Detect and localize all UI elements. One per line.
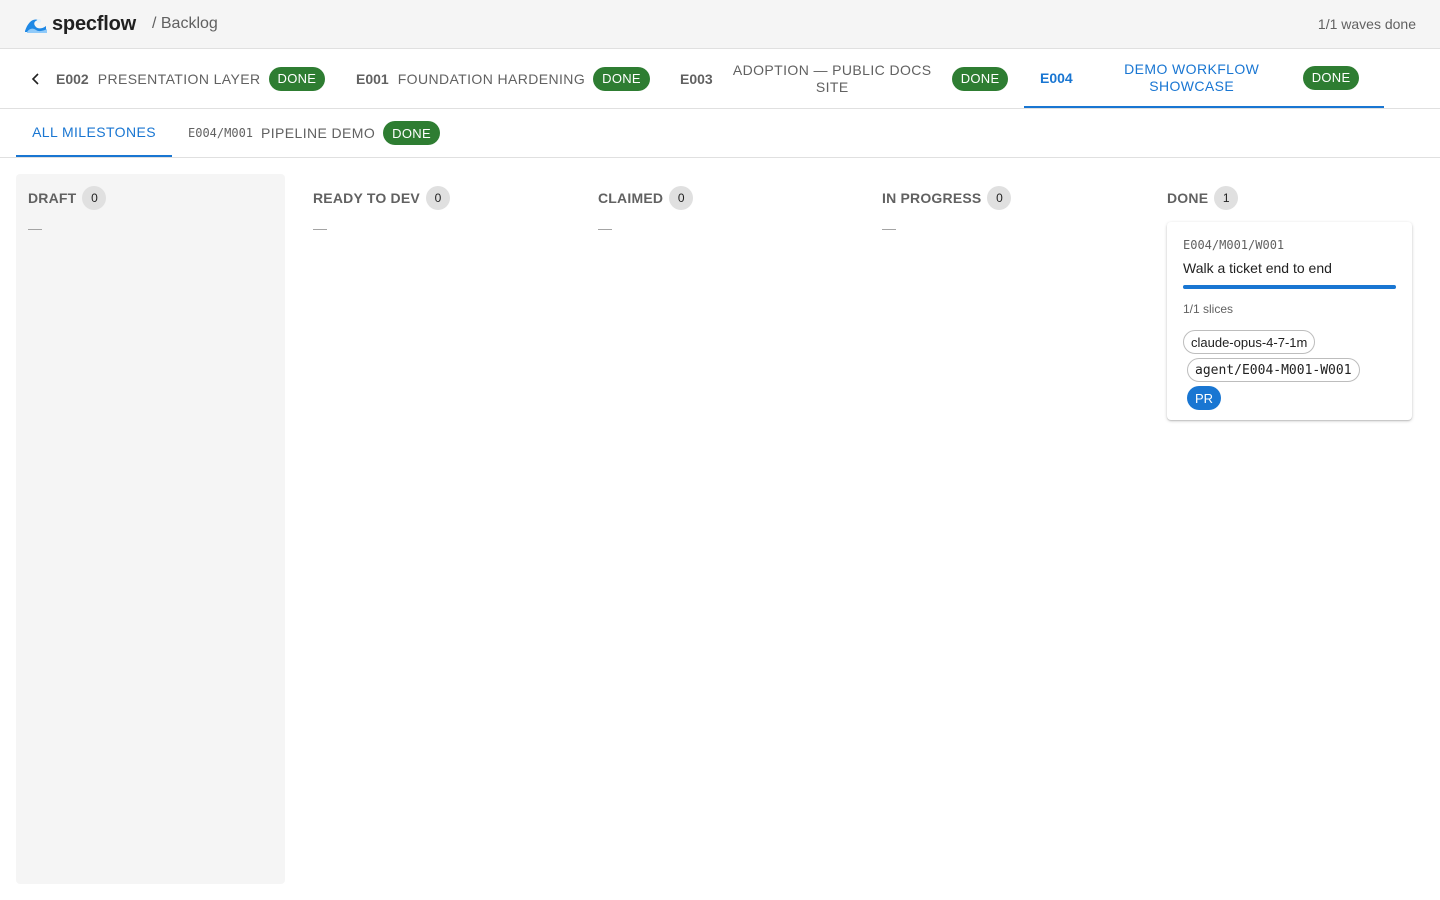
progress-fill (1183, 285, 1396, 289)
slices-count: 1/1 slices (1183, 302, 1234, 316)
status-badge: DONE (1302, 65, 1360, 90)
column-done: DONE 1 E004/M001/W001 Walk a ticket end … (1155, 174, 1424, 432)
empty-placeholder: — (28, 220, 42, 236)
card-tags: claude-opus-4-7-1m agent/E004-M001-W001 … (1183, 330, 1396, 410)
column-title: CLAIMED (598, 190, 664, 206)
wave-card[interactable]: E004/M001/W001 Walk a ticket end to end … (1167, 222, 1412, 420)
column-claimed: CLAIMED 0 — (586, 174, 855, 248)
epic-tab-e003[interactable]: E003 ADOPTION — PUBLIC DOCS SITE DONE (680, 49, 1009, 108)
branch-chip: agent/E004-M001-W001 (1187, 358, 1360, 382)
epic-tab-e002[interactable]: E002 PRESENTATION LAYER DONE (56, 49, 326, 108)
card-title: Walk a ticket end to end (1183, 260, 1332, 276)
epic-name: FOUNDATION HARDENING (397, 70, 586, 87)
epic-name: PRESENTATION LAYER (97, 70, 261, 87)
milestone-code: E004/M001 (188, 126, 254, 140)
epic-name-line1: ADOPTION — PUBLIC DOCS (732, 61, 932, 78)
wave-icon (25, 19, 47, 33)
status-badge: DONE (951, 66, 1009, 91)
count-badge: 0 (425, 186, 450, 210)
milestone-name: PIPELINE DEMO (261, 125, 376, 141)
tab-label: ALL MILESTONES (32, 124, 156, 140)
app-logo[interactable]: specflow (24, 13, 136, 36)
epic-name: DEMO WORKFLOW SHOWCASE (1099, 61, 1285, 95)
epic-id: E002 (56, 70, 89, 87)
epic-id: E001 (356, 70, 389, 87)
epic-name: ADOPTION — PUBLIC DOCS SITE (733, 62, 932, 96)
status-badge: DONE (383, 121, 440, 145)
progress-bar (1183, 285, 1396, 289)
waves-status: 1/1 waves done (1317, 16, 1416, 32)
model-chip: claude-opus-4-7-1m (1183, 330, 1316, 354)
count-badge: 0 (82, 186, 107, 210)
milestone-tabs: ALL MILESTONES E004/M001 PIPELINE DEMO D… (0, 109, 1440, 158)
status-badge: DONE (593, 66, 650, 91)
column-title: DRAFT (28, 190, 77, 206)
column-title: DONE (1167, 190, 1209, 206)
column-ready-to-dev: READY TO DEV 0 — (301, 174, 570, 248)
count-badge: 0 (987, 186, 1012, 210)
column-title: IN PROGRESS (882, 190, 982, 206)
epic-name-line1: DEMO WORKFLOW (1124, 60, 1260, 77)
epic-id: E004 (1040, 69, 1073, 86)
column-title: READY TO DEV (313, 190, 420, 206)
count-badge: 1 (1214, 186, 1239, 210)
empty-placeholder: — (598, 220, 612, 236)
pr-link[interactable]: PR (1187, 386, 1222, 410)
epic-name-line2: SHOWCASE (1149, 77, 1235, 94)
status-badge: DONE (268, 66, 326, 91)
column-in-progress: IN PROGRESS 0 — (870, 174, 1139, 248)
column-header: READY TO DEV 0 (313, 186, 558, 210)
epic-tab-e004[interactable]: E004 DEMO WORKFLOW SHOWCASE DONE (1024, 49, 1384, 108)
column-header: DRAFT 0 (28, 186, 273, 210)
tab-milestone-e004-m001[interactable]: E004/M001 PIPELINE DEMO DONE (188, 109, 440, 157)
count-badge: 0 (669, 186, 694, 210)
app-bar: specflow / Backlog 1/1 waves done (0, 0, 1440, 49)
column-header: CLAIMED 0 (598, 186, 843, 210)
epic-name-line2: SITE (815, 78, 849, 95)
empty-placeholder: — (313, 220, 327, 236)
app-name: specflow (52, 12, 136, 35)
chevron-left-icon (31, 73, 39, 85)
epic-tab-e001[interactable]: E001 FOUNDATION HARDENING DONE (356, 49, 650, 108)
epic-tabs: E002 PRESENTATION LAYER DONE E001 FOUNDA… (0, 49, 1440, 109)
tab-all-milestones[interactable]: ALL MILESTONES (16, 109, 172, 157)
empty-placeholder: — (882, 220, 896, 236)
column-header: IN PROGRESS 0 (882, 186, 1127, 210)
column-header: DONE 1 (1167, 186, 1412, 210)
card-code: E004/M001/W001 (1183, 238, 1285, 252)
breadcrumb: / Backlog (151, 15, 218, 32)
epic-id: E003 (680, 70, 713, 87)
scroll-left-button[interactable] (24, 67, 48, 91)
column-draft: DRAFT 0 — (16, 174, 285, 884)
